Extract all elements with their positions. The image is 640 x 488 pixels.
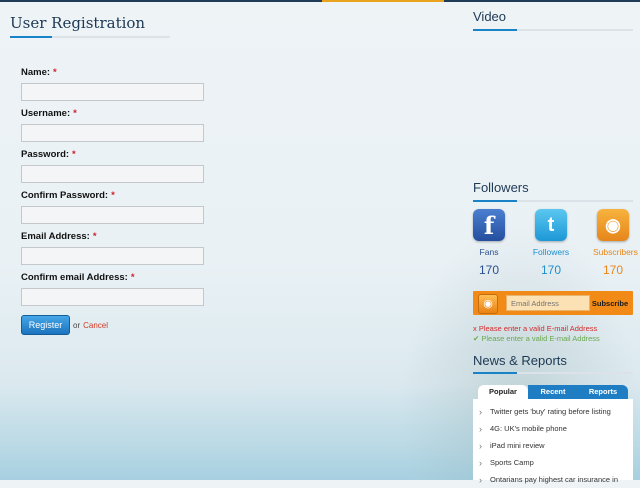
error-message: x Please enter a valid E-mail Address xyxy=(473,324,598,333)
password-field-group: Password: * xyxy=(21,149,211,190)
success-message: ✔ Please enter a valid E-mail Address xyxy=(473,334,600,343)
required-marker: * xyxy=(72,149,76,160)
news-tabs: Popular Recent Reports xyxy=(478,385,628,399)
tab-reports[interactable]: Reports xyxy=(578,385,628,399)
or-text: or xyxy=(73,320,81,330)
required-marker: * xyxy=(130,272,135,283)
check-icon: ✔ xyxy=(473,334,480,343)
news-title: News & Reports xyxy=(473,353,567,368)
name-label: Name: * xyxy=(21,67,57,78)
required-marker: * xyxy=(92,231,97,242)
fans-label: Fans xyxy=(479,247,499,257)
username-input[interactable] xyxy=(21,123,204,142)
title-underline xyxy=(10,36,170,38)
confirm-password-field-group: Confirm Password: * xyxy=(21,190,211,231)
name-field-group: Name: * xyxy=(21,67,211,108)
rss-small-icon: ◉ xyxy=(478,294,498,314)
chevron-right-icon: › xyxy=(479,440,482,451)
top-bar xyxy=(0,0,640,2)
top-bar-accent xyxy=(322,0,444,2)
confirm-password-input[interactable] xyxy=(21,205,204,224)
register-button[interactable]: Register xyxy=(21,315,70,335)
password-label: Password: * xyxy=(21,149,76,160)
chevron-right-icon: › xyxy=(479,406,482,417)
username-label: Username: * xyxy=(21,108,77,119)
video-title: Video xyxy=(473,9,507,24)
list-item[interactable]: › iPad mini review xyxy=(479,437,633,454)
facebook-fans[interactable]: f Fans 170 xyxy=(469,209,509,277)
followers-count: 170 xyxy=(540,263,562,277)
list-item[interactable]: › Twitter gets 'buy' rating before listin… xyxy=(479,403,633,420)
email-label: Email Address: * xyxy=(21,231,97,242)
password-input[interactable] xyxy=(21,164,204,183)
email-input[interactable] xyxy=(21,246,204,265)
confirm-password-label: Confirm Password: * xyxy=(21,190,115,201)
subscribe-button[interactable]: Subscribe xyxy=(591,295,629,311)
list-item[interactable]: › 4G: UK's mobile phone xyxy=(479,420,633,437)
email-field-group: Email Address: * xyxy=(21,231,211,272)
required-marker: * xyxy=(73,108,77,119)
form-actions: Register or Cancel xyxy=(21,315,108,335)
username-field-group: Username: * xyxy=(21,108,211,149)
error-x-icon: x xyxy=(473,324,477,333)
cancel-link[interactable]: Cancel xyxy=(83,321,108,330)
rss-subscribers[interactable]: ◉ Subscribers 170 xyxy=(593,209,638,277)
list-item[interactable]: › Sports Camp xyxy=(479,454,633,471)
news-list-panel: › Twitter gets 'buy' rating before listin… xyxy=(473,399,633,485)
page-title: User Registration xyxy=(10,14,146,32)
chevron-right-icon: › xyxy=(479,423,482,434)
subscribers-label: Subscribers xyxy=(593,247,638,257)
subscribers-count: 170 xyxy=(602,263,624,277)
tab-popular[interactable]: Popular xyxy=(478,385,528,399)
video-title-underline xyxy=(473,29,633,31)
chevron-right-icon: › xyxy=(479,457,482,468)
confirm-email-label: Confirm email Address: * xyxy=(21,272,135,283)
news-title-underline xyxy=(473,372,633,374)
followers-label: Followers xyxy=(532,247,570,257)
required-marker: * xyxy=(53,67,57,78)
facebook-icon[interactable]: f xyxy=(473,209,505,241)
tab-recent[interactable]: Recent xyxy=(528,385,578,399)
confirm-email-field-group: Confirm email Address: * xyxy=(21,272,211,313)
confirm-email-input[interactable] xyxy=(21,287,204,306)
fans-count: 170 xyxy=(478,263,500,277)
rss-icon[interactable]: ◉ xyxy=(597,209,629,241)
twitter-followers[interactable]: t Followers 170 xyxy=(531,209,571,277)
required-marker: * xyxy=(111,190,115,201)
followers-title-underline xyxy=(473,200,633,202)
followers-title: Followers xyxy=(473,180,529,195)
email-subscribe-bar: ◉ Subscribe xyxy=(473,291,633,315)
twitter-icon[interactable]: t xyxy=(535,209,567,241)
subscribe-email-input[interactable] xyxy=(506,295,590,311)
name-input[interactable] xyxy=(21,82,204,101)
registration-form: Name: * Username: * Password: * Confirm Pas… xyxy=(21,67,211,313)
